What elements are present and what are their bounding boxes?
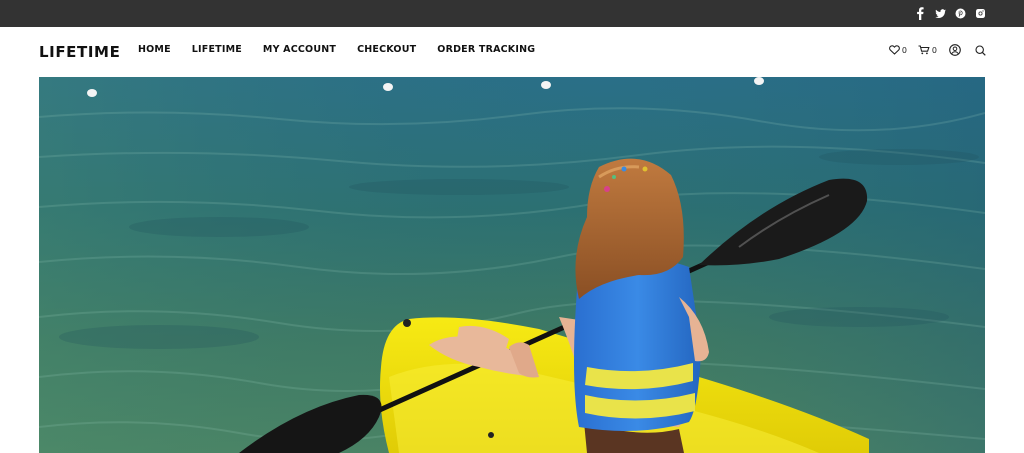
main-nav: HOME LIFETIME MY ACCOUNT CHECKOUT ORDER … <box>138 44 556 55</box>
top-bar <box>0 0 1024 27</box>
search-icon <box>975 44 986 56</box>
header-tools: 0 0 <box>878 44 986 56</box>
site-logo[interactable]: LIFETIME <box>39 43 120 61</box>
hero-image <box>39 77 985 453</box>
instagram-icon[interactable] <box>975 7 986 20</box>
page-scrollbar[interactable] <box>1010 27 1024 453</box>
wishlist-button[interactable]: 0 <box>888 45 907 55</box>
nav-item-checkout[interactable]: CHECKOUT <box>357 44 416 55</box>
facebook-icon[interactable] <box>915 7 926 20</box>
nav-item-order-tracking[interactable]: ORDER TRACKING <box>437 44 535 55</box>
account-button[interactable] <box>949 44 961 56</box>
site-header: LIFETIME HOME LIFETIME MY ACCOUNT CHECKO… <box>0 27 1024 77</box>
nav-item-lifetime[interactable]: LIFETIME <box>192 44 242 55</box>
twitter-icon[interactable] <box>935 7 946 20</box>
kayak-photo <box>39 77 985 453</box>
social-links <box>915 7 986 20</box>
nav-item-my-account[interactable]: MY ACCOUNT <box>263 44 336 55</box>
cart-icon <box>918 45 930 55</box>
search-button[interactable] <box>975 44 986 56</box>
cart-button[interactable]: 0 <box>918 45 937 55</box>
cart-count: 0 <box>931 45 937 55</box>
user-icon <box>949 44 961 56</box>
heart-icon <box>888 45 900 55</box>
pinterest-icon[interactable] <box>955 7 966 20</box>
wishlist-count: 0 <box>901 45 907 55</box>
nav-item-home[interactable]: HOME <box>138 44 171 55</box>
